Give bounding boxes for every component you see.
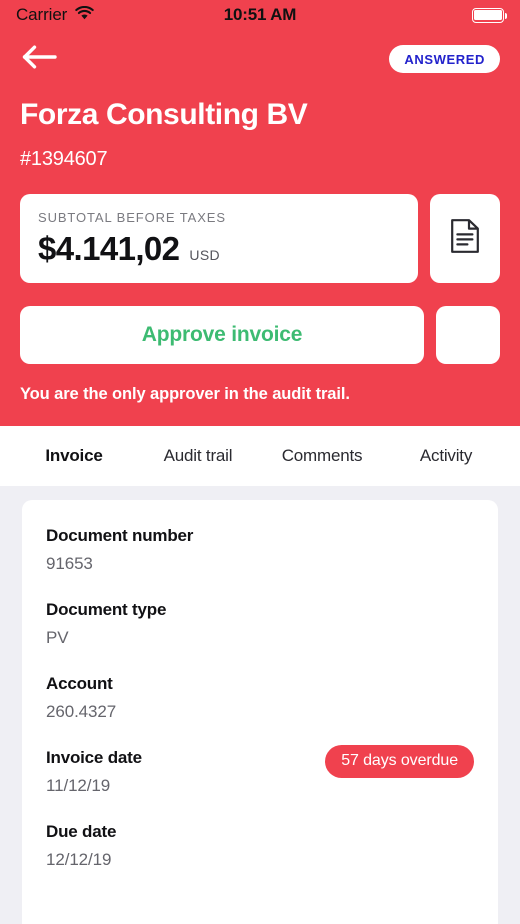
field-document-number: Document number 91653 bbox=[46, 526, 474, 574]
field-invoice-date: Invoice date 11/12/19 57 days overdue bbox=[46, 745, 474, 796]
field-due-date: Due date 12/12/19 bbox=[46, 822, 474, 870]
tab-activity[interactable]: Activity bbox=[384, 446, 508, 466]
status-bar: Carrier 10:51 AM bbox=[0, 0, 520, 30]
field-label: Document number bbox=[46, 526, 194, 545]
document-icon bbox=[450, 218, 480, 259]
view-document-button[interactable] bbox=[430, 194, 500, 283]
more-options-button[interactable] bbox=[436, 306, 500, 364]
subtotal-label: SUBTOTAL BEFORE TAXES bbox=[38, 210, 226, 225]
approve-invoice-button[interactable]: Approve invoice bbox=[20, 306, 424, 364]
carrier-label: Carrier bbox=[16, 5, 68, 24]
battery-full-icon bbox=[472, 7, 508, 23]
status-bar-right bbox=[472, 7, 508, 23]
field-document-type: Document type PV bbox=[46, 600, 474, 648]
tab-invoice[interactable]: Invoice bbox=[12, 446, 136, 466]
approver-note: You are the only approver in the audit t… bbox=[20, 385, 350, 403]
field-label: Document type bbox=[46, 600, 167, 619]
tab-audit-trail[interactable]: Audit trail bbox=[136, 446, 260, 466]
tab-comments[interactable]: Comments bbox=[260, 446, 384, 466]
status-badge[interactable]: ANSWERED bbox=[389, 45, 500, 73]
header-top-row: ANSWERED bbox=[20, 30, 500, 88]
invoice-detail-screen: Carrier 10:51 AM ANSWERED Forza Consulti… bbox=[0, 0, 520, 924]
tab-content: Document number 91653 Document type PV A… bbox=[0, 486, 520, 924]
overdue-badge: 57 days overdue bbox=[325, 745, 474, 778]
invoice-details-card: Document number 91653 Document type PV A… bbox=[22, 500, 498, 924]
back-button[interactable] bbox=[22, 42, 64, 76]
invoice-header: ANSWERED Forza Consulting BV #1394607 SU… bbox=[0, 30, 520, 426]
field-value: 260.4327 bbox=[46, 702, 117, 721]
field-value: PV bbox=[46, 628, 69, 647]
tab-bar: Invoice Audit trail Comments Activity bbox=[0, 426, 520, 486]
action-row: Approve invoice bbox=[20, 306, 500, 364]
field-label: Account bbox=[46, 674, 113, 693]
field-account: Account 260.4327 bbox=[46, 674, 474, 722]
field-value: 11/12/19 bbox=[46, 776, 111, 795]
amount-row: SUBTOTAL BEFORE TAXES $4.141,02 USD bbox=[20, 194, 500, 283]
subtotal-currency: USD bbox=[189, 247, 220, 263]
wifi-icon bbox=[75, 5, 94, 25]
battery-fill bbox=[474, 9, 502, 21]
field-value: 91653 bbox=[46, 554, 93, 573]
subtotal-card: SUBTOTAL BEFORE TAXES $4.141,02 USD bbox=[20, 194, 418, 283]
subtotal-value: $4.141,02 bbox=[38, 230, 180, 267]
field-label: Due date bbox=[46, 822, 117, 841]
subtotal-amount-line: $4.141,02 USD bbox=[38, 230, 400, 268]
status-bar-left: Carrier bbox=[16, 5, 94, 25]
arrow-left-icon bbox=[22, 44, 58, 75]
invoice-reference: #1394607 bbox=[20, 148, 108, 170]
field-value: 12/12/19 bbox=[46, 850, 112, 869]
approve-invoice-label: Approve invoice bbox=[141, 323, 303, 346]
page-title: Forza Consulting BV bbox=[20, 98, 308, 131]
